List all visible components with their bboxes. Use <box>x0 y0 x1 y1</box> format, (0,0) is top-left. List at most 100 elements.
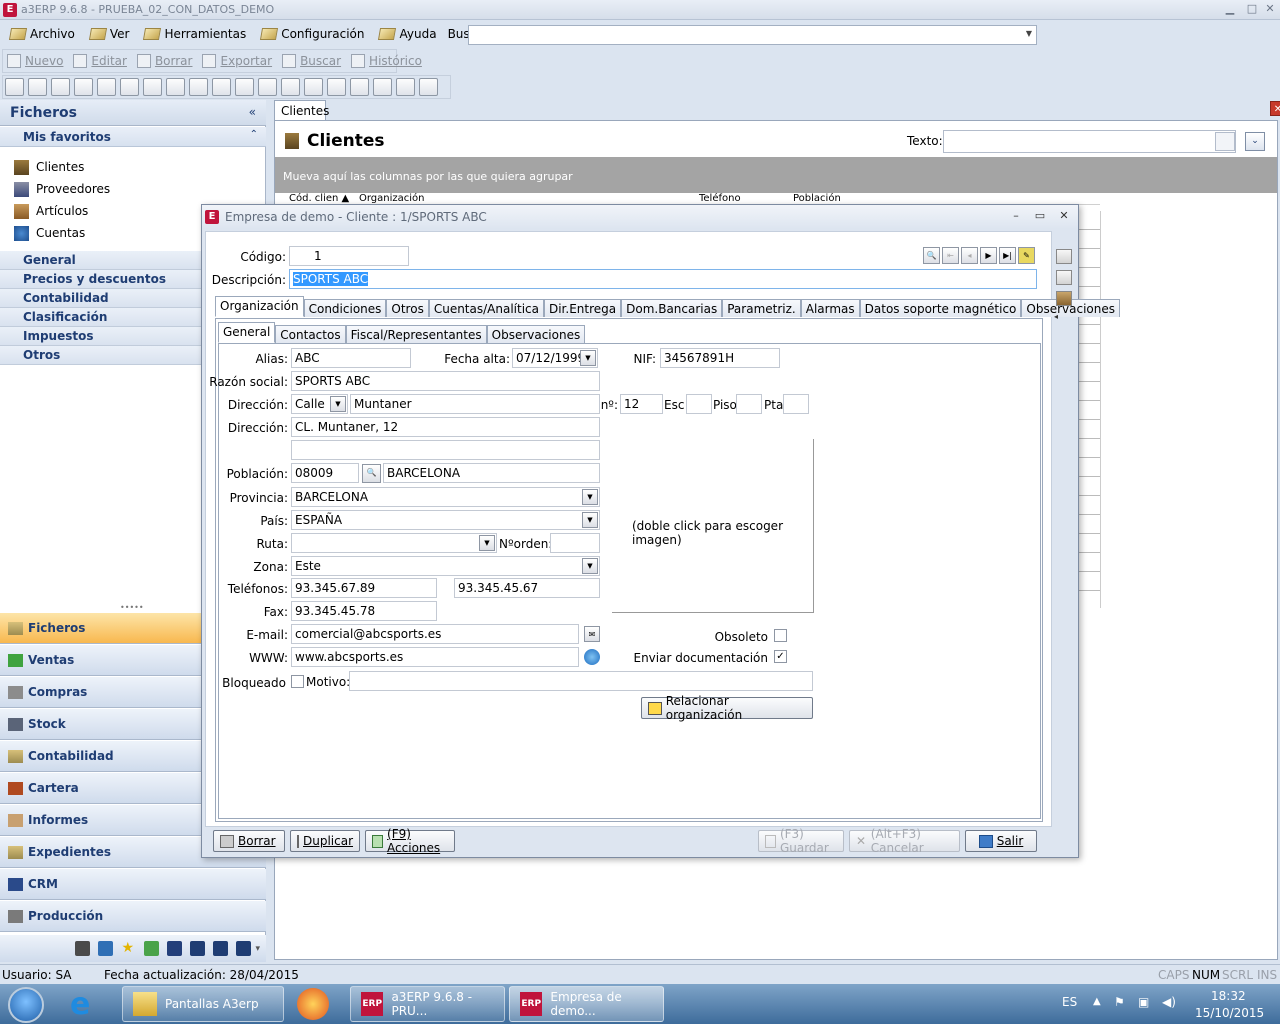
column-poblacion[interactable]: Población <box>793 193 841 204</box>
pais-select[interactable]: ESPAÑA ▼ <box>291 510 600 530</box>
menu-ayuda[interactable]: Ayuda <box>369 21 441 47</box>
history-button[interactable]: Histórico <box>347 50 428 72</box>
acciones-button[interactable]: (F9) Acciones <box>365 827 455 855</box>
internet-explorer-icon[interactable]: e <box>70 990 102 1020</box>
texto-search-input[interactable] <box>943 130 1236 153</box>
books-icon[interactable] <box>167 941 183 956</box>
maximize-icon[interactable]: ▭ <box>1030 209 1050 225</box>
bloqueado-checkbox[interactable] <box>291 675 304 688</box>
piso-field[interactable] <box>736 394 762 414</box>
cancelar-button[interactable]: ✕ (Alt+F3) Cancelar <box>849 827 960 855</box>
chevron-down-icon[interactable]: ▼ <box>582 558 598 574</box>
tab-soporte-magnetico[interactable]: Datos soporte magnético <box>859 299 1022 317</box>
expand-icon[interactable]: ⌄ <box>1245 132 1265 151</box>
ruta-select[interactable]: ▼ <box>291 533 497 553</box>
favorite-clientes[interactable]: Clientes <box>14 157 84 177</box>
search-option-select[interactable]: ▼ <box>468 25 1037 45</box>
export-button[interactable]: Exportar <box>198 50 278 72</box>
edit-button[interactable]: Editar <box>69 50 133 72</box>
menu-herramientas[interactable]: Herramientas <box>134 21 251 47</box>
guardar-button[interactable]: (F3) Guardar <box>758 827 844 855</box>
network-icon[interactable]: ▣ <box>1138 995 1149 1009</box>
escalera-field[interactable] <box>686 394 712 414</box>
close-icon[interactable]: ✕ <box>1054 209 1074 225</box>
task-empresa-demo[interactable]: ERP Empresa de demo... <box>509 986 664 1022</box>
prev-record-icon[interactable]: ◂ <box>961 247 978 264</box>
zona-select[interactable]: Este ▼ <box>291 556 600 576</box>
minimize-icon[interactable]: ▁ <box>1218 2 1242 18</box>
next-record-icon[interactable]: ▶ <box>980 247 997 264</box>
telefono2-field[interactable]: 93.345.45.67 <box>454 578 600 598</box>
direccion3-field[interactable] <box>291 440 600 460</box>
gear-icon[interactable] <box>258 78 277 96</box>
enviar-documentacion-checkbox[interactable]: ✓ <box>774 650 787 663</box>
codigo-field[interactable]: 1 <box>289 246 409 266</box>
briefcase-icon[interactable] <box>1056 291 1072 306</box>
search-icon[interactable]: 🔍 <box>362 464 381 483</box>
salir-button[interactable]: Salir <box>965 830 1037 852</box>
notes-icon[interactable] <box>419 78 438 96</box>
list-icon[interactable] <box>327 78 346 96</box>
codigo-postal-field[interactable]: 08009 <box>291 463 359 483</box>
email-field[interactable]: comercial@abcsports.es <box>291 624 579 644</box>
tax-icon[interactable] <box>190 941 206 956</box>
collapse-icon[interactable]: « <box>249 105 256 119</box>
chevron-down-icon[interactable]: ▼ <box>479 535 495 551</box>
tab-clientes[interactable]: Clientes <box>274 100 329 120</box>
module-crm[interactable]: CRM <box>0 869 266 900</box>
tab-cuentas[interactable]: Cuentas/Analítica <box>428 299 544 317</box>
www-field[interactable]: www.abcsports.es <box>291 647 579 667</box>
search-record-icon[interactable]: 🔍 <box>923 247 940 264</box>
calendar-dropdown-icon[interactable]: ▼ <box>580 350 596 366</box>
splitter-handle[interactable]: ••••• <box>120 603 144 612</box>
norden-field[interactable] <box>550 533 600 553</box>
chevron-down-icon[interactable]: ▼ <box>582 512 598 528</box>
chevron-up-icon[interactable]: ⌃ <box>250 129 258 140</box>
image-area[interactable]: (doble click para escoger imagen) <box>612 439 814 613</box>
find-icon[interactable] <box>1056 270 1072 285</box>
chevron-down-icon[interactable]: ▼ <box>330 396 346 412</box>
new-button[interactable]: Nuevo <box>3 50 69 72</box>
refresh-icon[interactable] <box>144 941 160 956</box>
descripcion-field[interactable]: SPORTS ABC <box>289 269 1037 289</box>
last-record-icon[interactable]: ▶| <box>999 247 1016 264</box>
start-button-icon[interactable] <box>8 987 44 1023</box>
tab-dir-entrega[interactable]: Dir.Entrega <box>543 299 622 317</box>
nif-field[interactable]: 34567891H <box>660 348 780 368</box>
email-icon[interactable]: ✉ <box>584 626 600 642</box>
flag-icon[interactable]: ⚑ <box>1114 995 1125 1009</box>
clock-date[interactable]: 15/10/2015 <box>1195 1006 1264 1020</box>
provincia-select[interactable]: BARCELONA ▼ <box>291 487 600 507</box>
subtab-fiscal[interactable]: Fiscal/Representantes <box>345 325 487 343</box>
document-icon[interactable] <box>28 78 47 96</box>
monitor-icon[interactable] <box>75 941 91 956</box>
tab-otros[interactable]: Otros <box>386 299 429 317</box>
menu-archivo[interactable]: Archivo <box>0 21 80 47</box>
column-telefono[interactable]: Teléfono <box>699 193 793 204</box>
duplicar-button[interactable]: Duplicar <box>290 830 360 852</box>
favorite-articulos[interactable]: Artículos <box>14 201 88 221</box>
briefcase-icon[interactable] <box>396 78 415 96</box>
calle-field[interactable]: Muntaner <box>350 394 600 414</box>
favorite-proveedores[interactable]: Proveedores <box>14 179 110 199</box>
minimize-icon[interactable]: – <box>1006 209 1026 225</box>
money-icon[interactable] <box>235 78 254 96</box>
volume-icon[interactable]: ◀) <box>1162 995 1176 1009</box>
edit-document-icon[interactable] <box>189 78 208 96</box>
menu-ver[interactable]: Ver <box>80 21 135 47</box>
module-produccion[interactable]: Producción <box>0 901 266 932</box>
relacionar-organizacion-button[interactable]: Relacionar organización <box>641 694 813 722</box>
contact-icon[interactable] <box>373 78 392 96</box>
close-tab-icon[interactable]: ✕ <box>1270 101 1280 116</box>
bank-icon[interactable] <box>166 78 185 96</box>
star-icon[interactable]: ★ <box>121 941 136 956</box>
favorites-header[interactable]: Mis favoritos ⌃ <box>0 127 266 147</box>
delete-button[interactable]: Borrar <box>133 50 199 72</box>
direccion2-field[interactable]: CL. Muntaner, 12 <box>291 417 600 437</box>
iva-icon[interactable] <box>98 941 114 956</box>
document-icon[interactable] <box>51 78 70 96</box>
document-icon[interactable] <box>5 78 24 96</box>
pending-icon[interactable] <box>212 78 231 96</box>
motivo-field[interactable] <box>349 671 813 691</box>
tax-icon[interactable] <box>213 941 229 956</box>
